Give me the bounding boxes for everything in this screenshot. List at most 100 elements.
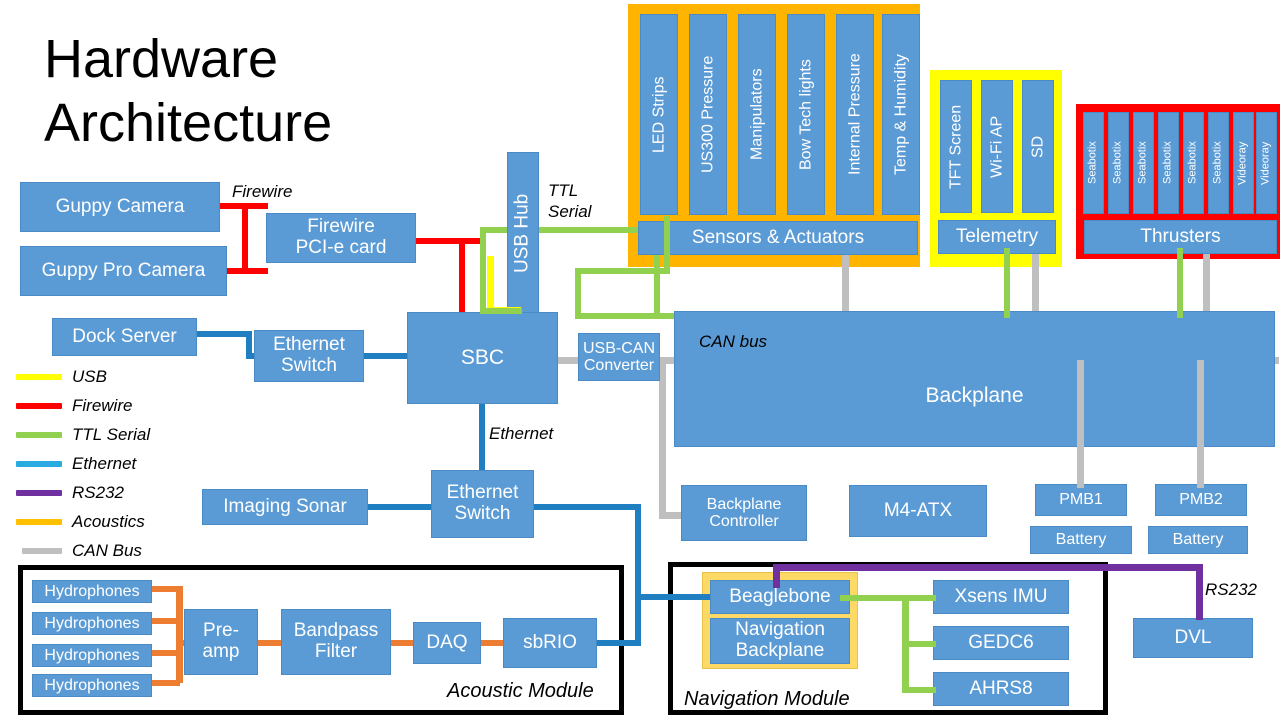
pre-amp-label-line2: amp <box>202 641 240 662</box>
line-can-pmb2-drop <box>1197 360 1204 488</box>
sbrio-box[interactable]: sbRIO <box>503 618 597 668</box>
line-ttl-nav-to-gedc6 <box>902 641 936 647</box>
usb-hub-box[interactable]: USB Hub <box>507 152 539 314</box>
battery1-box[interactable]: Battery <box>1030 526 1132 554</box>
sensor-item-temp-humidity[interactable]: Temp & Humidity <box>882 14 920 215</box>
usb-can-converter-box[interactable]: USB-CAN Converter <box>578 333 660 381</box>
ethernet-switch-top-box[interactable]: Ethernet Switch <box>254 330 364 382</box>
legend-swatch-acoustics <box>16 518 62 525</box>
sensors-actuators-title-box[interactable]: Sensors & Actuators <box>638 221 918 255</box>
daq-box[interactable]: DAQ <box>413 622 481 664</box>
sensor-item-led-strips[interactable]: LED Strips <box>640 14 678 215</box>
telemetry-item-label: Wi-Fi AP <box>988 115 1006 178</box>
line-acoustic-hyd4 <box>152 680 180 686</box>
legend-label-acoustics: Acoustics <box>72 511 145 531</box>
line-acoustic-hyd3 <box>152 650 180 656</box>
legend-swatch-ethernet <box>16 460 62 467</box>
guppy-pro-camera-box[interactable]: Guppy Pro Camera <box>20 246 227 296</box>
bandpass-filter-label-line2: Filter <box>314 641 358 662</box>
sensor-item-label: Manipulators <box>748 68 766 161</box>
sensor-item-label: Bow Tech lights <box>797 59 815 170</box>
navigation-backplane-box[interactable]: Navigation Backplane <box>710 618 850 664</box>
sensor-item-internal-pressure[interactable]: Internal Pressure <box>836 14 874 215</box>
thruster-item-videoray-2[interactable]: Videoray <box>1256 112 1277 214</box>
thruster-item-seabotix-2[interactable]: Seabotix <box>1108 112 1129 214</box>
legend: USB Firewire TTL Serial Ethernet RS232 A… <box>16 362 150 565</box>
line-ethernet-sbc-to-switch2 <box>479 400 485 472</box>
telemetry-item-wifi-ap[interactable]: Wi-Fi AP <box>981 80 1013 213</box>
thruster-item-seabotix-1[interactable]: Seabotix <box>1083 112 1104 214</box>
legend-swatch-firewire <box>16 402 62 409</box>
m4-atx-box[interactable]: M4-ATX <box>849 485 987 537</box>
backplane-controller-label-line2: Controller <box>709 513 779 530</box>
hydrophone-box-2[interactable]: Hydrophones <box>32 612 152 635</box>
line-ttl-hub-bottom-h <box>480 308 522 314</box>
beaglebone-box[interactable]: Beaglebone <box>710 580 850 614</box>
page-title-line1: Hardware <box>44 29 279 89</box>
legend-label-usb: USB <box>72 366 107 386</box>
line-ethernet-switch2-to-beaglebone-b <box>635 504 641 596</box>
hydrophone-box-4[interactable]: Hydrophones <box>32 674 152 697</box>
thruster-item-label: Seabotix <box>1136 141 1149 185</box>
pre-amp-box[interactable]: Pre- amp <box>184 609 258 675</box>
legend-swatch-rs232 <box>16 489 62 496</box>
dvl-label: DVL <box>1174 626 1212 648</box>
thruster-item-seabotix-3[interactable]: Seabotix <box>1133 112 1154 214</box>
telemetry-title-box[interactable]: Telemetry <box>938 220 1056 254</box>
legend-swatch-ttl-serial <box>16 431 62 438</box>
gedc6-box[interactable]: GEDC6 <box>933 626 1069 660</box>
legend-item-rs232: RS232 <box>16 478 150 507</box>
line-can-pmb1-drop <box>1077 360 1084 488</box>
m4-atx-label: M4-ATX <box>883 499 953 521</box>
thruster-item-seabotix-5[interactable]: Seabotix <box>1183 112 1204 214</box>
guppy-camera-label: Guppy Camera <box>55 195 185 217</box>
pmb1-box[interactable]: PMB1 <box>1035 484 1127 516</box>
sensor-item-us300-pressure[interactable]: US300 Pressure <box>689 14 727 215</box>
hydrophone-box-1[interactable]: Hydrophones <box>32 580 152 603</box>
line-rs232-horizontal <box>773 564 1203 571</box>
thruster-item-videoray-1[interactable]: Videoray <box>1233 112 1254 214</box>
line-firewire-card-to-sbc-v <box>459 238 465 316</box>
page-title: Hardware Architecture <box>44 28 464 155</box>
ahrs8-box[interactable]: AHRS8 <box>933 672 1069 706</box>
line-ttl-hub-left-v <box>480 227 486 314</box>
link-label-can-bus: CAN bus <box>699 332 768 351</box>
pmb2-box[interactable]: PMB2 <box>1155 484 1247 516</box>
ethernet-switch-bottom-box[interactable]: Ethernet Switch <box>431 470 534 538</box>
telemetry-item-label: SD <box>1029 135 1047 158</box>
telemetry-item-sd[interactable]: SD <box>1022 80 1054 213</box>
dock-server-label: Dock Server <box>72 325 177 347</box>
line-ethernet-sonar-to-switch2 <box>366 504 434 510</box>
bandpass-filter-box[interactable]: Bandpass Filter <box>281 609 391 675</box>
thruster-item-label: Seabotix <box>1111 141 1124 185</box>
thruster-item-label: Seabotix <box>1161 141 1174 185</box>
battery2-box[interactable]: Battery <box>1148 526 1248 554</box>
hydrophone-box-3[interactable]: Hydrophones <box>32 644 152 667</box>
sbc-box[interactable]: SBC <box>407 312 558 404</box>
dvl-box[interactable]: DVL <box>1133 618 1253 658</box>
link-label-firewire: Firewire <box>232 182 293 201</box>
beaglebone-label: Beaglebone <box>729 585 831 607</box>
guppy-camera-box[interactable]: Guppy Camera <box>20 182 220 232</box>
legend-label-ttl-serial: TTL Serial <box>72 424 151 444</box>
dock-server-box[interactable]: Dock Server <box>52 318 197 356</box>
imaging-sonar-label: Imaging Sonar <box>223 495 347 517</box>
line-ethernet-switch2-to-beaglebone-c <box>635 594 715 600</box>
sensor-item-bow-tech-lights[interactable]: Bow Tech lights <box>787 14 825 215</box>
bandpass-filter-label-line1: Bandpass <box>293 620 379 642</box>
line-ethernet-switch-to-sbc <box>363 353 413 359</box>
thruster-item-seabotix-4[interactable]: Seabotix <box>1158 112 1179 214</box>
xsens-imu-box[interactable]: Xsens IMU <box>933 580 1069 614</box>
thruster-item-seabotix-6[interactable]: Seabotix <box>1208 112 1229 214</box>
sbc-label: SBC <box>460 345 505 369</box>
imaging-sonar-box[interactable]: Imaging Sonar <box>202 489 368 525</box>
telemetry-item-tft-screen[interactable]: TFT Screen <box>940 80 972 213</box>
backplane-controller-box[interactable]: Backplane Controller <box>681 485 807 541</box>
sensor-item-manipulators[interactable]: Manipulators <box>738 14 776 215</box>
firewire-pcie-card-box[interactable]: Firewire PCI-e card <box>266 213 416 263</box>
line-ttl-left-drop-h <box>575 268 670 274</box>
usb-can-converter-label-line1: USB-CAN <box>582 339 655 357</box>
link-label-rs232: RS232 <box>1205 580 1257 599</box>
sbrio-label: sbRIO <box>523 631 577 653</box>
guppy-pro-camera-label: Guppy Pro Camera <box>41 259 206 281</box>
